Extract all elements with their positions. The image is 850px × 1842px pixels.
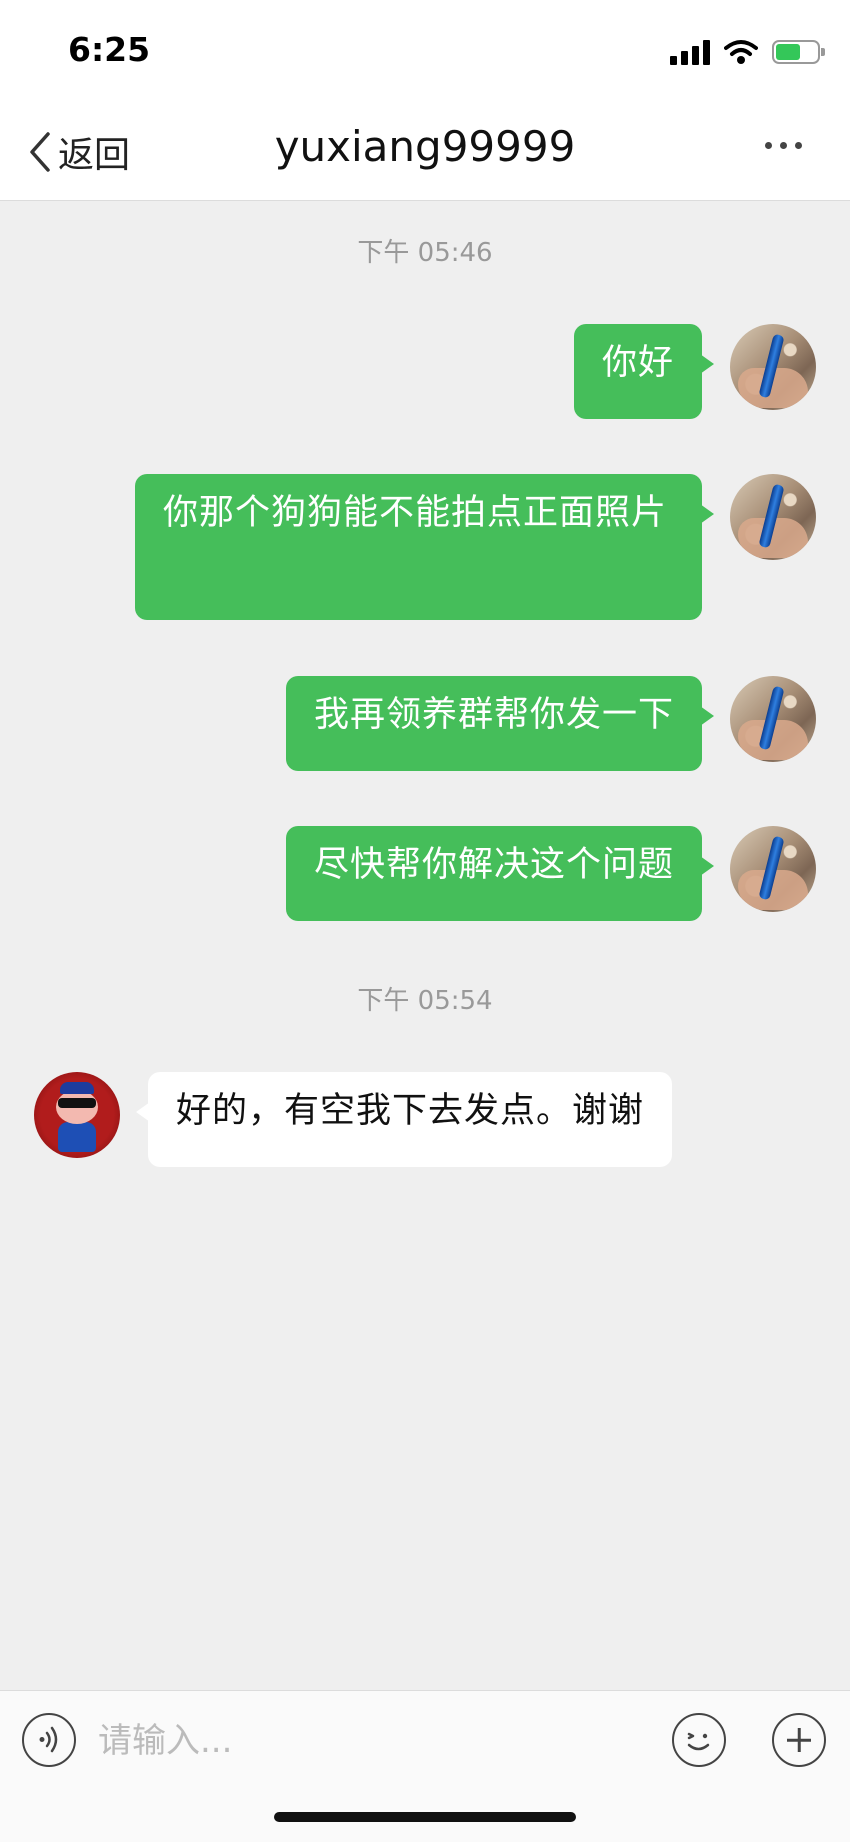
message-timestamp: 下午 05:46: [357, 238, 493, 268]
message-bubble-incoming[interactable]: 好的，有空我下去发点。谢谢: [135, 1072, 673, 1167]
voice-button[interactable]: [22, 1713, 76, 1767]
status-icons: [670, 36, 825, 68]
message-bubble-outgoing[interactable]: 尽快帮你解决这个问题: [285, 826, 715, 921]
battery-icon: [772, 40, 825, 64]
emoji-icon: [687, 1732, 710, 1751]
message-bubble-outgoing[interactable]: 你好: [573, 324, 715, 419]
plus-icon: [774, 1715, 824, 1765]
status-bar: 6:25: [0, 0, 850, 100]
my-avatar[interactable]: [730, 324, 816, 410]
more-options-button[interactable]: [765, 142, 802, 149]
home-indicator: [274, 1812, 576, 1822]
my-avatar[interactable]: [730, 676, 816, 762]
emoji-button[interactable]: [672, 1713, 726, 1767]
plus-button[interactable]: [772, 1713, 826, 1767]
my-avatar[interactable]: [730, 826, 816, 912]
signal-icon: [670, 39, 710, 65]
wifi-icon: [724, 40, 758, 64]
message-bubble-outgoing[interactable]: 我再领养群帮你发一下: [285, 676, 715, 771]
status-time: 6:25: [68, 30, 151, 69]
chat-title: yuxiang99999: [274, 122, 576, 171]
my-avatar[interactable]: [730, 474, 816, 560]
message-timestamp: 下午 05:54: [357, 986, 493, 1016]
more-dots-icon: [765, 142, 802, 149]
voice-icon: [39, 1726, 58, 1753]
contact-avatar[interactable]: [34, 1072, 120, 1158]
message-input[interactable]: [96, 1709, 650, 1773]
nav-bar: 返回 yuxiang99999: [0, 100, 850, 201]
message-bubble-outgoing[interactable]: 你那个狗狗能不能拍点正面照片: [135, 474, 714, 620]
